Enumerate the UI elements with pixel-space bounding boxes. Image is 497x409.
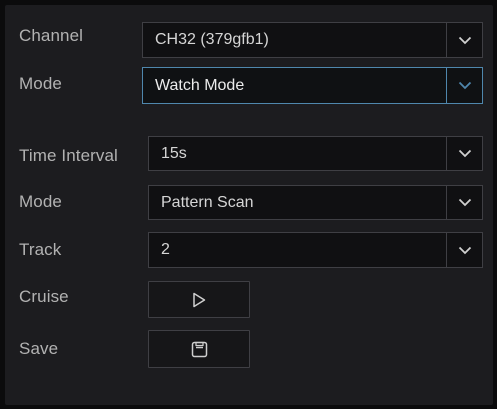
cruise-play-button[interactable]	[148, 281, 250, 318]
channel-select[interactable]: CH32 (379gfb1)	[142, 22, 483, 58]
mode-select[interactable]: Pattern Scan	[148, 185, 483, 220]
channel-value: CH32 (379gfb1)	[155, 31, 269, 48]
save-label: Save	[19, 339, 59, 358]
play-icon	[193, 292, 206, 307]
chevron-down-icon	[458, 198, 471, 207]
chevron-down-icon	[458, 246, 471, 254]
track-dropdown-arrow[interactable]	[446, 233, 482, 267]
save-icon	[191, 341, 207, 357]
time-interval-dropdown-arrow[interactable]	[446, 137, 482, 170]
mode-label: Mode	[19, 192, 62, 211]
cruise-label: Cruise	[19, 287, 69, 306]
save-button[interactable]	[148, 330, 250, 368]
channel-dropdown-arrow[interactable]	[446, 23, 482, 57]
channel-label: Channel	[19, 26, 84, 45]
track-label: Track	[19, 240, 62, 259]
track-select[interactable]: 2	[148, 232, 483, 268]
chevron-down-icon	[458, 149, 471, 158]
mode-dropdown-arrow[interactable]	[446, 186, 482, 219]
mode-top-select[interactable]: Watch Mode	[142, 67, 483, 104]
time-interval-label: Time Interval	[19, 146, 118, 165]
time-interval-select[interactable]: 15s	[148, 136, 483, 171]
mode-top-value: Watch Mode	[155, 76, 245, 94]
time-interval-value: 15s	[161, 144, 187, 162]
mode-top-dropdown-arrow[interactable]	[446, 68, 482, 103]
watch-mode-panel: Channel CH32 (379gfb1) Mode Watch Mode T…	[5, 5, 493, 405]
track-value: 2	[161, 241, 170, 258]
chevron-down-icon	[458, 81, 471, 90]
chevron-down-icon	[458, 36, 471, 44]
mode-value: Pattern Scan	[161, 193, 254, 211]
mode-top-label: Mode	[19, 74, 62, 93]
